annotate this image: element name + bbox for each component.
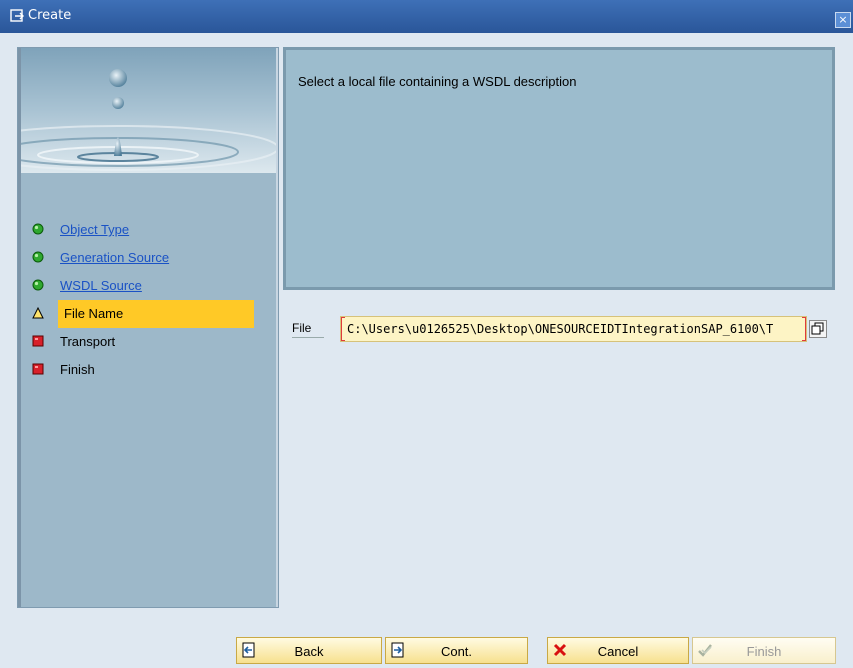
step-object-type[interactable]: Object Type	[18, 216, 278, 244]
finish-label: Finish	[746, 644, 782, 659]
back-button[interactable]: Back	[236, 637, 382, 664]
step-label: Transport	[60, 334, 116, 349]
file-label: File	[292, 321, 324, 338]
step-file-name: File Name	[18, 300, 278, 328]
step-wsdl-source[interactable]: WSDL Source	[18, 272, 278, 300]
red-square-icon	[32, 363, 44, 375]
step-label: File Name	[58, 300, 254, 328]
file-path-input[interactable]: C:\Users\u0126525\Desktop\ONESOURCEIDTIn…	[340, 316, 807, 342]
step-label[interactable]: Generation Source	[60, 244, 169, 272]
green-circle-icon	[32, 251, 44, 263]
step-finish: Finish	[18, 356, 278, 384]
create-window-icon	[10, 9, 24, 22]
steps-list: Object Type Generation Source WSDL Sourc…	[18, 216, 278, 384]
description-text: Select a local file containing a WSDL de…	[298, 74, 577, 89]
window-title: Create	[28, 8, 72, 23]
step-transport: Transport	[18, 328, 278, 356]
cancel-button[interactable]: Cancel	[547, 637, 689, 664]
continue-label: Cont.	[440, 644, 473, 659]
cancel-label: Cancel	[597, 644, 639, 659]
water-drop-image	[18, 48, 278, 173]
wizard-steps-panel: Object Type Generation Source WSDL Sourc…	[17, 47, 279, 608]
yellow-triangle-icon	[32, 307, 44, 319]
red-square-icon	[32, 335, 44, 347]
step-label[interactable]: Object Type	[60, 216, 129, 244]
continue-button[interactable]: Cont.	[385, 637, 528, 664]
step-label[interactable]: WSDL Source	[60, 272, 142, 300]
back-label: Back	[294, 644, 324, 659]
step-generation-source[interactable]: Generation Source	[18, 244, 278, 272]
green-circle-icon	[32, 279, 44, 291]
browse-file-icon[interactable]	[809, 320, 827, 338]
close-icon: ×	[838, 13, 848, 26]
close-button[interactable]: ×	[835, 12, 851, 28]
finish-button[interactable]: Finish	[692, 637, 836, 664]
green-circle-icon	[32, 223, 44, 235]
title-bar: Create ×	[0, 0, 853, 33]
description-panel: Select a local file containing a WSDL de…	[283, 47, 835, 290]
step-label: Finish	[60, 362, 95, 377]
